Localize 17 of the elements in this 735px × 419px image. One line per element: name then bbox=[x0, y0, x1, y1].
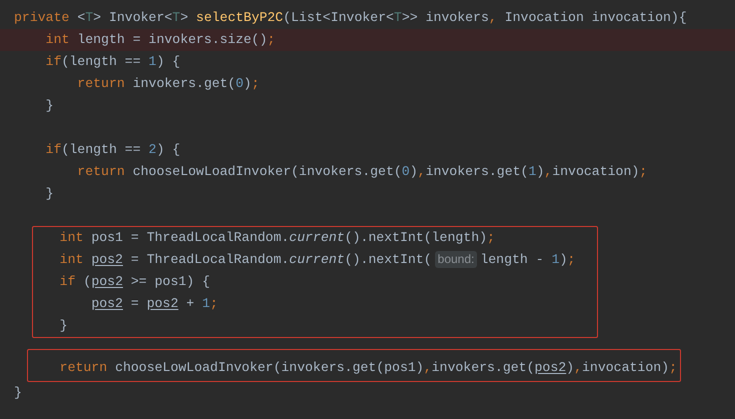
code-line: return chooseLowLoadInvoker(invokers.get(0),invokers.get(1),invocation); bbox=[76, 164, 648, 179]
code-line: if (pos2 >= pos1) { bbox=[58, 274, 210, 289]
code-line: return chooseLowLoadInvoker(invokers.get(pos1),invokers.get(pos2),invocation); bbox=[58, 360, 677, 375]
code-line: if(length == 1) { bbox=[44, 54, 180, 69]
code-line: if(length == 2) { bbox=[44, 142, 180, 157]
code-line: } bbox=[14, 385, 22, 400]
code-line: pos2 = pos2 + 1; bbox=[90, 296, 218, 311]
code-line: int pos1 = ThreadLocalRandom.current().nextInt(length); bbox=[58, 230, 495, 245]
code-line: } bbox=[44, 98, 54, 113]
code-text: length - 1); bbox=[480, 252, 576, 267]
code-line: } bbox=[44, 186, 54, 201]
code-line: int length = invokers.size(); bbox=[44, 32, 276, 47]
code-line: } bbox=[58, 318, 68, 333]
parameter-hint: bound: bbox=[434, 251, 478, 268]
code-line: return invokers.get(0); bbox=[76, 76, 260, 91]
code-text: int pos2 = ThreadLocalRandom.current().nextInt( bbox=[58, 252, 432, 267]
code-line: private <T> Invoker<T> selectByP2C(List<Invoker<T>> invokers, Invocation invocation){ bbox=[14, 10, 687, 25]
